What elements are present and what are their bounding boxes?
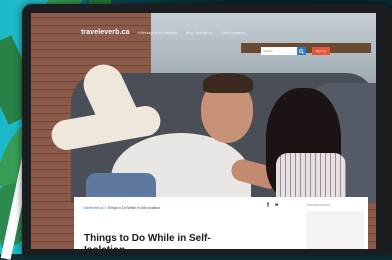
hero-image-man-hair [203,73,253,93]
site-logo[interactable]: traveleverb.ca [81,29,130,36]
search-icon [299,48,304,54]
nav-link-message[interactable]: A Message to our Members [138,31,178,35]
search-button[interactable] [297,47,306,55]
ad-slot [306,211,364,249]
breadcrumb-home-link[interactable]: travelverb.ca [84,206,103,210]
breadcrumb-current: Things to Do While in Self-Isolation [107,206,161,210]
facebook-icon[interactable]: f [267,203,269,210]
article-panel: travelverb.ca > Things to Do While in Se… [74,197,368,249]
breadcrumb: travelverb.ca > Things to Do While in Se… [84,206,160,210]
ad-label: Advertisement [307,203,330,207]
twitter-icon[interactable]: ❝ [275,203,278,210]
signup-button[interactable]: Sign up [312,47,330,55]
nav-link-insurance[interactable]: Travel Insurance [220,31,244,35]
search-input[interactable]: Search [261,47,297,55]
laptop-frame: traveleverb.ca A Message to our Members … [22,4,392,254]
search-bar: Search Sign up [261,47,330,55]
nav-link-blog[interactable]: Blog: Destinations [186,31,213,35]
article-title: Things to Do While in Self-Isolation [84,233,211,249]
share-buttons: f ❝ [267,203,278,210]
laptop-screen: traveleverb.ca A Message to our Members … [31,13,376,249]
